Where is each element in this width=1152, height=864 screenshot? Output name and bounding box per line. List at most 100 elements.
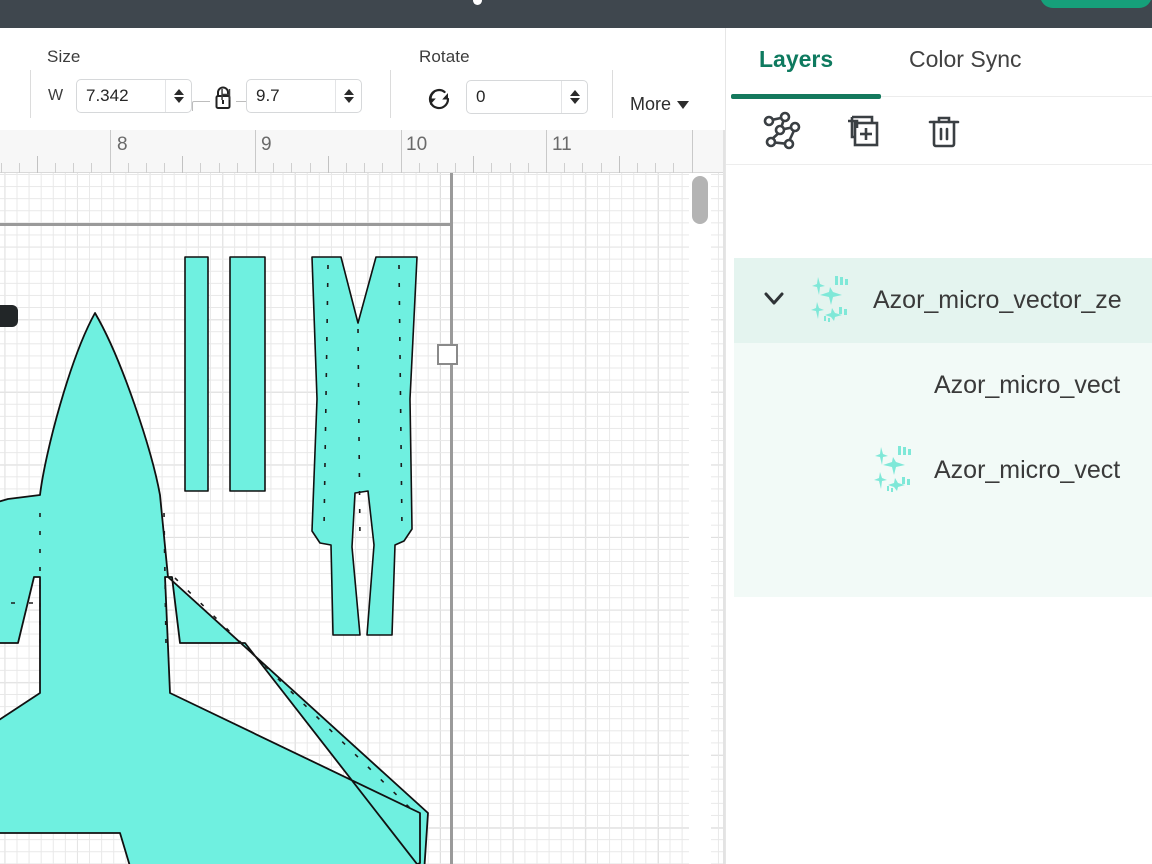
ruler-tick-major [255,130,256,173]
width-input[interactable] [77,80,165,112]
canvas-vertical-scrollbar[interactable] [689,173,711,864]
tab-color-sync[interactable]: Color Sync [909,46,1021,73]
ruler-tick-minor [73,163,74,173]
ruler-tick-minor [91,163,92,173]
rotate-field[interactable] [466,80,588,114]
ruler-tick-minor [491,163,492,173]
ruler-tick-minor [164,163,165,173]
ruler-tick-mid [37,156,38,173]
layer-name: Azor_micro_vect [934,371,1120,400]
layer-toolbar [726,99,1152,165]
canvas-scrollbar-thumb[interactable] [692,176,708,224]
chevron-down-icon [174,97,184,103]
more-button-label: More [630,94,671,115]
ruler-label: 8 [117,134,128,156]
ruler-tick-mid [619,156,620,173]
properties-toolbar: Size W H [0,28,725,130]
chevron-up-icon [174,89,184,95]
height-stepper[interactable] [335,80,361,112]
panel-tabs: Layers Color Sync [726,28,1152,96]
ruler-tick-minor [528,163,529,173]
ruler-tick-minor [310,163,311,173]
strip-right [230,257,265,491]
ruler-tick-minor [291,163,292,173]
ruler-label: 10 [406,134,427,156]
chevron-down-icon [677,101,689,109]
height-label: H [220,87,232,105]
strip-left [185,257,208,491]
tab-layers[interactable]: Layers [759,46,833,73]
width-stepper[interactable] [165,80,191,112]
ruler-tick-minor [237,163,238,173]
tabs-divider [881,96,1152,97]
ruler-tick-minor [219,163,220,173]
app-top-bar [0,0,1152,28]
selection-resize-handle[interactable] [437,344,458,365]
ruler-tick-minor [419,163,420,173]
canvas-hint-chip [0,305,18,327]
delete-icon[interactable] [920,108,968,161]
layer-thumbnail [872,444,914,497]
chevron-down-icon [570,98,580,104]
ruler-tick-minor [382,163,383,173]
toolbar-divider-mid [390,70,391,118]
duplicate-icon[interactable] [839,108,887,161]
ruler-tick-minor [601,163,602,173]
topbar-primary-button[interactable] [1040,0,1152,8]
layer-name: Azor_micro_vect [934,456,1120,485]
ruler-tick-minor [146,163,147,173]
rotate-input[interactable] [467,81,561,113]
rotate-group-label: Rotate [419,47,470,67]
size-group-label: Size [47,47,80,67]
layer-row-parent[interactable]: Azor_micro_vector_ze [734,258,1152,343]
ruler-tick-minor [510,163,511,173]
height-input[interactable] [247,80,335,112]
ruler-label: 11 [552,134,572,156]
height-field[interactable] [246,79,362,113]
ruler-tick-minor [437,163,438,173]
ruler-tick-minor [582,163,583,173]
ruler-tick-minor [364,163,365,173]
layer-thumbnail [809,274,851,327]
layer-row-child-b[interactable]: Azor_micro_vect [734,428,1152,513]
ruler-tick-major [401,130,402,173]
width-label: W [48,87,63,105]
ruler-tick-minor [273,163,274,173]
more-button[interactable]: More [630,94,689,115]
ruler-tick-minor [346,163,347,173]
ruler-tick-minor [128,163,129,173]
ruler-tick-mid [328,156,329,173]
ruler-tick-minor [564,163,565,173]
right-panel: Layers Color Sync [725,28,1152,864]
ruler-tick-mid [473,156,474,173]
chevron-down-icon [344,97,354,103]
design-canvas[interactable]: 8 9 10 11 [0,130,725,864]
chevron-down-icon[interactable] [761,285,787,316]
ruler-tick-minor [200,163,201,173]
topbar-indicator-dot [473,0,482,5]
ruler-tick-minor [455,163,456,173]
ruler-tick-minor [673,163,674,173]
ruler-tick-mid [182,156,183,173]
toolbar-divider-left [30,70,31,118]
horizontal-ruler[interactable]: 8 9 10 11 [0,130,725,173]
ruler-tick-minor [637,163,638,173]
chevron-up-icon [570,90,580,96]
ruler-tick-minor [1,163,2,173]
rotate-icon[interactable] [424,84,454,119]
width-field[interactable] [76,79,192,113]
layer-name: Azor_micro_vector_ze [873,286,1122,315]
ruler-tick-major [546,130,547,173]
ruler-tick-minor [19,163,20,173]
canvas-artwork[interactable] [0,173,725,864]
ruler-label: 9 [261,134,272,156]
layer-row-child-a[interactable]: Azor_micro_vect [734,343,1152,428]
ruler-tick-major [692,130,693,173]
toolbar-divider-right [612,70,613,118]
group-icon[interactable] [758,108,806,161]
rotate-stepper[interactable] [561,81,587,113]
ruler-tick-minor [655,163,656,173]
chevron-up-icon [344,89,354,95]
ruler-tick-major [110,130,111,173]
ruler-tick-minor [55,163,56,173]
